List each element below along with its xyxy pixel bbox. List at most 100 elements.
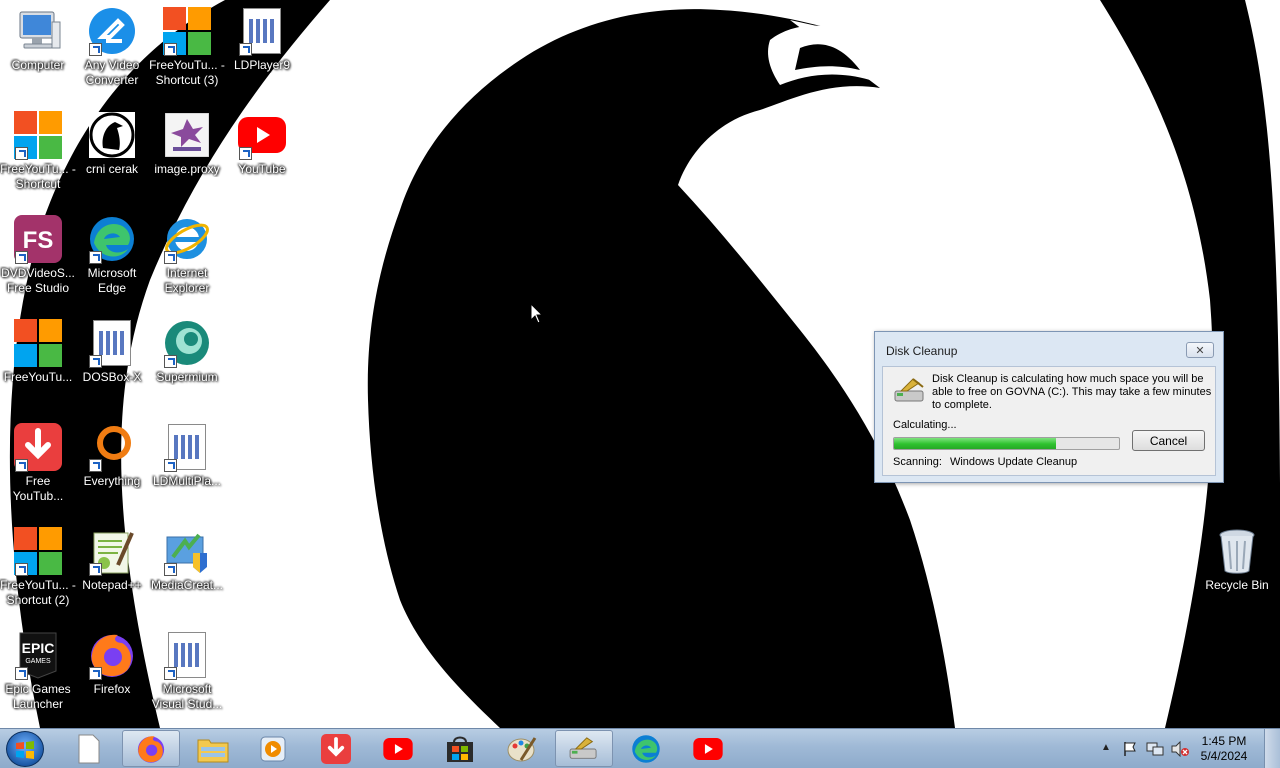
taskbar-item-explorer[interactable] [184, 730, 242, 767]
dialog-title: Disk Cleanup [886, 344, 958, 358]
computer-icon [13, 6, 63, 56]
dosbox-icon [87, 318, 137, 368]
internet-explorer-icon [162, 214, 212, 264]
visual-studio-icon [162, 630, 212, 680]
desktop-icon-freeyoutube-shortcut-2[interactable]: FreeYouTu... - Shortcut (2) [0, 520, 76, 620]
taskbar-item-store[interactable] [431, 730, 489, 767]
desktop-icon-freeyoutube[interactable]: FreeYouTu... [0, 312, 76, 412]
desktop-icon-visual-studio[interactable]: Microsoft Visual Stud... [149, 624, 225, 724]
desktop-icon-notepadpp[interactable]: Notepad++ [74, 520, 150, 620]
scanning-status: Scanning: Windows Update Cleanup [893, 456, 1085, 468]
clock-time: 1:45 PM [1201, 734, 1247, 748]
icon-label: Supermium [156, 370, 218, 384]
firefox-icon [137, 735, 165, 763]
icon-label: FreeYouTu... - Shortcut (3) [149, 58, 225, 87]
scanning-label: Scanning: [893, 456, 942, 468]
taskbar-item-youtube-2[interactable] [679, 730, 737, 767]
icon-label: Epic Games Launcher [5, 682, 71, 711]
desktop-icon-freeyoutube-shortcut-3[interactable]: FreeYouTu... - Shortcut (3) [149, 0, 225, 100]
icon-label: DVDVideoS... Free Studio [1, 266, 75, 295]
close-icon: ✕ [1195, 344, 1205, 357]
desktop-icon-ldplayer9[interactable]: LDPlayer9 [224, 0, 300, 100]
desktop-icon-youtube[interactable]: YouTube [224, 104, 300, 204]
network-icon[interactable] [1146, 741, 1164, 757]
desktop-icon-epic-games[interactable]: EPIC GAMES Epic Games Launcher [0, 624, 76, 724]
svg-text:GAMES: GAMES [25, 658, 51, 665]
icon-label: Internet Explorer [164, 266, 210, 295]
recycle-bin-icon [1212, 526, 1262, 576]
youtube-icon [237, 110, 287, 160]
everything-icon [87, 422, 137, 472]
fs-logo-text: FS [23, 227, 54, 254]
tray-expand-icon[interactable]: ▲ [1101, 742, 1111, 753]
desktop-icon-ldmultiplayer[interactable]: LDMultiPla... [149, 416, 225, 516]
dialog-client-area: Disk Cleanup is calculating how much spa… [882, 366, 1216, 476]
taskbar-clock[interactable]: 1:45 PM 5/4/2024 [1194, 734, 1254, 764]
volume-muted-icon[interactable] [1171, 741, 1189, 757]
desktop-icon-crni-cerak[interactable]: crni cerak [74, 104, 150, 204]
taskbar-item-paint[interactable] [493, 730, 551, 767]
free-youtube-download-icon [13, 422, 63, 472]
icon-label: LDPlayer9 [233, 58, 291, 72]
desktop-icon-recycle-bin[interactable]: Recycle Bin [1199, 520, 1275, 620]
dialog-titlebar[interactable]: Disk Cleanup ✕ [875, 332, 1223, 366]
icon-label: YouTube [238, 162, 286, 176]
taskbar-item-firefox[interactable] [122, 730, 180, 767]
desktop-icon-free-studio[interactable]: FS DVDVideoS... Free Studio [0, 208, 76, 308]
desktop-icon-freeyoutube-shortcut[interactable]: FreeYouTu... - Shortcut [0, 104, 76, 204]
icon-label: LDMultiPla... [152, 474, 222, 488]
dialog-message: Disk Cleanup is calculating how much spa… [932, 373, 1212, 411]
progress-fill [894, 438, 1056, 449]
taskbar-item-youtube[interactable] [369, 730, 427, 767]
icon-label: MediaCreat... [150, 578, 224, 592]
start-button[interactable] [6, 731, 44, 767]
desktop-icon-firefox[interactable]: Firefox [74, 624, 150, 724]
freeyoutube-icon [162, 6, 212, 56]
taskbar-item-media-player[interactable] [244, 730, 302, 767]
free-youtube-download-icon [321, 733, 351, 764]
action-center-flag-icon[interactable] [1122, 741, 1138, 757]
icon-label: FreeYouTu... - Shortcut (2) [0, 578, 76, 607]
supermium-icon [162, 318, 212, 368]
icon-label: Microsoft Visual Stud... [151, 682, 223, 711]
edge-icon [632, 734, 660, 763]
taskbar-item-disk-cleanup[interactable] [555, 730, 613, 767]
disk-cleanup-icon [894, 378, 924, 402]
freeyoutube-icon [13, 526, 63, 576]
cancel-button[interactable]: Cancel [1132, 430, 1205, 451]
freeyoutube-icon [13, 110, 63, 160]
media-player-icon [260, 736, 286, 761]
crow-icon [87, 110, 137, 160]
epic-logo-text: EPIC [22, 640, 55, 656]
close-button[interactable]: ✕ [1186, 342, 1214, 358]
desktop-icon-microsoft-edge[interactable]: Microsoft Edge [74, 208, 150, 308]
desktop-icon-dosbox-x[interactable]: DOSBox-X [74, 312, 150, 412]
desktop-icon-free-youtube-download[interactable]: Free YouTub... [0, 416, 76, 516]
disk-cleanup-dialog: Disk Cleanup ✕ Disk Cleanup is calculati… [874, 331, 1224, 483]
store-icon [447, 736, 473, 762]
desktop-icon-media-creation[interactable]: MediaCreat... [149, 520, 225, 620]
media-creation-icon [162, 526, 212, 576]
youtube-icon [383, 737, 413, 760]
paint-icon [507, 736, 537, 761]
desktop-icon-computer[interactable]: Computer [0, 0, 76, 100]
scanning-item: Windows Update Cleanup [949, 456, 1078, 468]
desktop-icon-any-video-converter[interactable]: Any Video Converter [74, 0, 150, 100]
taskbar-item-free-youtube-download[interactable] [307, 730, 365, 767]
windows-logo-icon [16, 741, 34, 759]
desktop-icon-supermium[interactable]: Supermium [149, 312, 225, 412]
image-icon [162, 110, 212, 160]
edge-icon [87, 214, 137, 264]
notepadpp-icon [87, 526, 137, 576]
show-desktop-button[interactable] [1264, 729, 1280, 768]
taskbar-item-edge[interactable] [617, 730, 675, 767]
progress-bar [893, 437, 1120, 450]
desktop-icon-everything[interactable]: Everything [74, 416, 150, 516]
taskbar-item-file[interactable] [60, 730, 118, 767]
icon-label: FreeYouTu... - Shortcut [0, 162, 76, 191]
icon-label: Any Video Converter [84, 58, 140, 87]
freeyoutube-icon [13, 318, 63, 368]
desktop-icon-internet-explorer[interactable]: Internet Explorer [149, 208, 225, 308]
icon-label: Free YouTub... [12, 474, 64, 503]
desktop-icon-image-proxy[interactable]: image.proxy [149, 104, 225, 204]
